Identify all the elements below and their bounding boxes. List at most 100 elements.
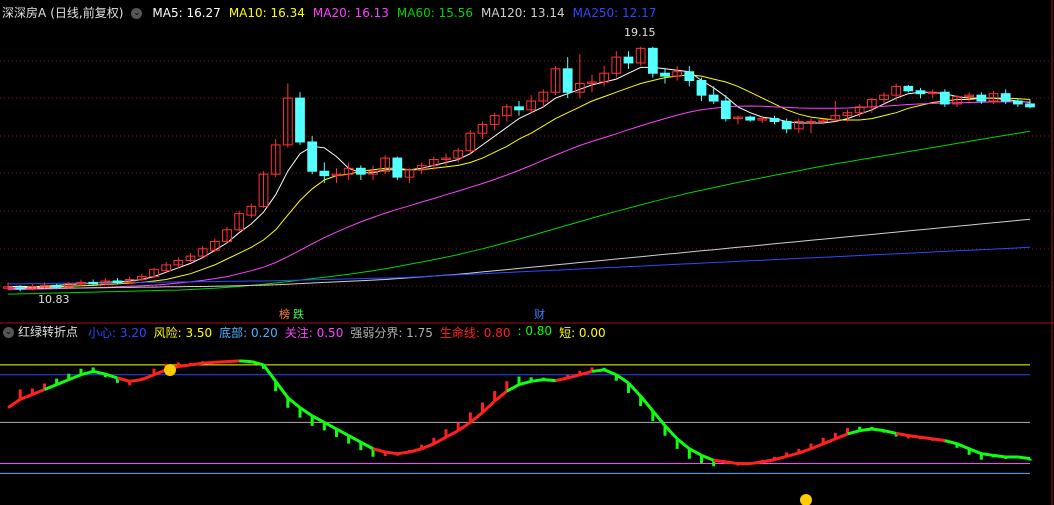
price-panel-header: 深深房A (日线,前复权) ⌄ MA5: 16.27 MA10: 16.34 MA2…: [0, 5, 656, 21]
candle-body: [684, 71, 695, 82]
indicator-segment: [372, 447, 386, 454]
indicator-param-4: 强弱分界: 1.75: [350, 325, 433, 340]
candle-body: [781, 120, 792, 130]
indicator-segment: [627, 381, 642, 398]
indicator-segment: [530, 378, 544, 383]
indicator-segment: [956, 442, 970, 451]
candle-body: [696, 80, 707, 96]
indicator-param-3: 关注: 0.50: [284, 325, 344, 340]
indicator-title: 红绿转折点: [18, 325, 79, 339]
indicator-param-1: 风险: 3.50: [153, 325, 213, 340]
candle-body: [708, 94, 719, 102]
candle-body: [355, 167, 366, 175]
indicator-segment: [190, 361, 203, 367]
indicator-segment: [663, 424, 679, 440]
candle-body: [295, 97, 305, 143]
candle-body: [915, 90, 926, 95]
candle-body: [903, 85, 914, 92]
indicator-segment: [421, 442, 435, 451]
candle-body: [1012, 100, 1023, 105]
indicator-segment: [433, 435, 447, 446]
indicator-segment: [286, 396, 301, 409]
indicator-segment: [676, 437, 691, 450]
candle-body: [15, 287, 26, 290]
indicator-segment: [543, 378, 556, 383]
indicator-segment: [323, 421, 338, 431]
ma-legend-2: MA20: 16.13: [312, 6, 389, 20]
indicator-segment: [895, 431, 909, 438]
indicator-segment: [409, 447, 423, 454]
indicator-segment: [859, 427, 873, 433]
indicator-segment: [274, 380, 290, 399]
ma-legend-4: MA120: 13.14: [480, 6, 565, 20]
indicator-param-0: 小心: 3.20: [88, 325, 147, 340]
indicator-segment: [810, 442, 824, 451]
candle-body: [769, 118, 780, 122]
indicator-segment: [871, 427, 885, 433]
circle-chevron-down-icon[interactable]: ⌄: [131, 7, 143, 19]
candle-body: [976, 94, 987, 102]
ma-line-ma120: [8, 218, 1031, 289]
indicator-segment: [262, 363, 277, 383]
indicator-param-6: : 0.80: [517, 323, 553, 338]
chart-canvas: [0, 0, 1054, 505]
indicator-segment: [786, 451, 800, 458]
indicator-segment: [639, 395, 654, 412]
indicator-segment: [932, 437, 946, 443]
indicator-segment: [347, 434, 362, 444]
candle-body: [1000, 93, 1011, 102]
candle-body: [647, 47, 658, 74]
indicator-segment: [981, 452, 994, 457]
event-tag-bang[interactable]: 榜: [279, 308, 290, 321]
indicator-segment: [214, 360, 228, 364]
indicator-segment: [117, 376, 131, 383]
indicator-segment: [518, 379, 532, 387]
indicator-segment: [883, 429, 897, 435]
candle-body: [112, 280, 123, 283]
indicator-segment: [299, 406, 314, 418]
candle-body: [1025, 103, 1035, 108]
indicator-segment: [19, 393, 33, 401]
indicator-segment: [603, 368, 617, 377]
candle-body: [806, 120, 816, 123]
indicator-segment: [92, 369, 106, 376]
indicator-segment: [920, 435, 933, 441]
indicator-segment: [129, 378, 143, 383]
candle-body: [307, 141, 318, 172]
circle-chevron-down-icon[interactable]: ⌄: [3, 326, 14, 338]
indicator-segment: [445, 429, 459, 439]
indicator-segment: [202, 360, 215, 365]
indicator-segment: [713, 458, 727, 464]
ma-legend-5: MA250: 12.17: [572, 6, 657, 20]
indicator-segment: [762, 458, 775, 464]
indicator-segment: [968, 447, 982, 456]
indicator-segment: [178, 363, 191, 368]
low-price-label: 10.83: [38, 293, 70, 306]
indicator-segment: [397, 450, 410, 456]
candle-body: [562, 68, 573, 93]
indicator-segment: [944, 439, 958, 446]
indicator-segment: [591, 368, 605, 373]
indicator-segment: [31, 388, 46, 396]
candle-body: [623, 56, 634, 64]
candle-body: [720, 100, 731, 120]
indicator-param-7: 短: 0.00: [559, 325, 606, 340]
candle-body: [392, 157, 403, 178]
indicator-segment: [847, 429, 861, 436]
stock-title: 深深房A: [2, 6, 47, 20]
indicator-segment: [688, 447, 703, 457]
indicator-segment: [834, 432, 849, 441]
indicator-param-2: 底部: 0.20: [219, 325, 278, 340]
candle-body: [319, 170, 330, 177]
event-tag-die[interactable]: 跌: [293, 308, 304, 321]
indicator-segment: [506, 383, 520, 393]
indicator-segment: [56, 378, 70, 386]
indicator-segment: [68, 373, 82, 382]
ma-legend-0: MA5: 16.27: [152, 6, 221, 20]
event-tag-cai[interactable]: 财: [534, 308, 545, 321]
high-price-label: 19.15: [624, 26, 656, 39]
indicator-segment: [141, 373, 155, 382]
ma-legend: MA5: 16.27 MA10: 16.34 MA20: 16.13 MA60: 15…: [152, 6, 656, 20]
face-icon: [800, 494, 812, 505]
indicator-segment: [651, 409, 667, 427]
